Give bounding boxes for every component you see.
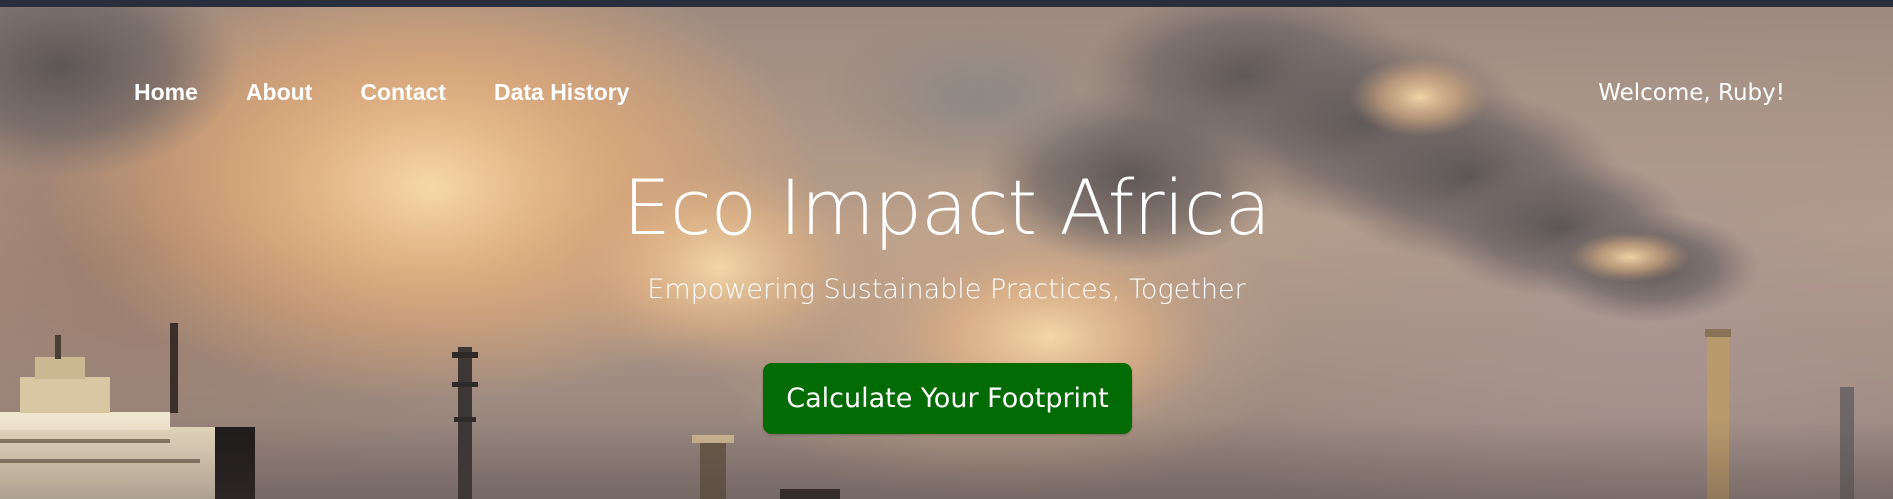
nav-home-link[interactable]: Home xyxy=(134,79,198,106)
page-title: Eco Impact Africa xyxy=(622,163,1271,252)
nav-data-history-link[interactable]: Data History xyxy=(494,79,629,106)
welcome-message: Welcome, Ruby! xyxy=(1598,80,1785,106)
top-bar xyxy=(0,0,1893,7)
nav-contact-link[interactable]: Contact xyxy=(360,79,446,106)
page-subtitle: Empowering Sustainable Practices, Togeth… xyxy=(647,274,1246,305)
calculate-footprint-button[interactable]: Calculate Your Footprint xyxy=(763,363,1132,434)
hero-section: Home About Contact Data History Welcome,… xyxy=(0,7,1893,499)
nav-about-link[interactable]: About xyxy=(246,79,312,106)
main-nav: Home About Contact Data History xyxy=(134,79,677,106)
